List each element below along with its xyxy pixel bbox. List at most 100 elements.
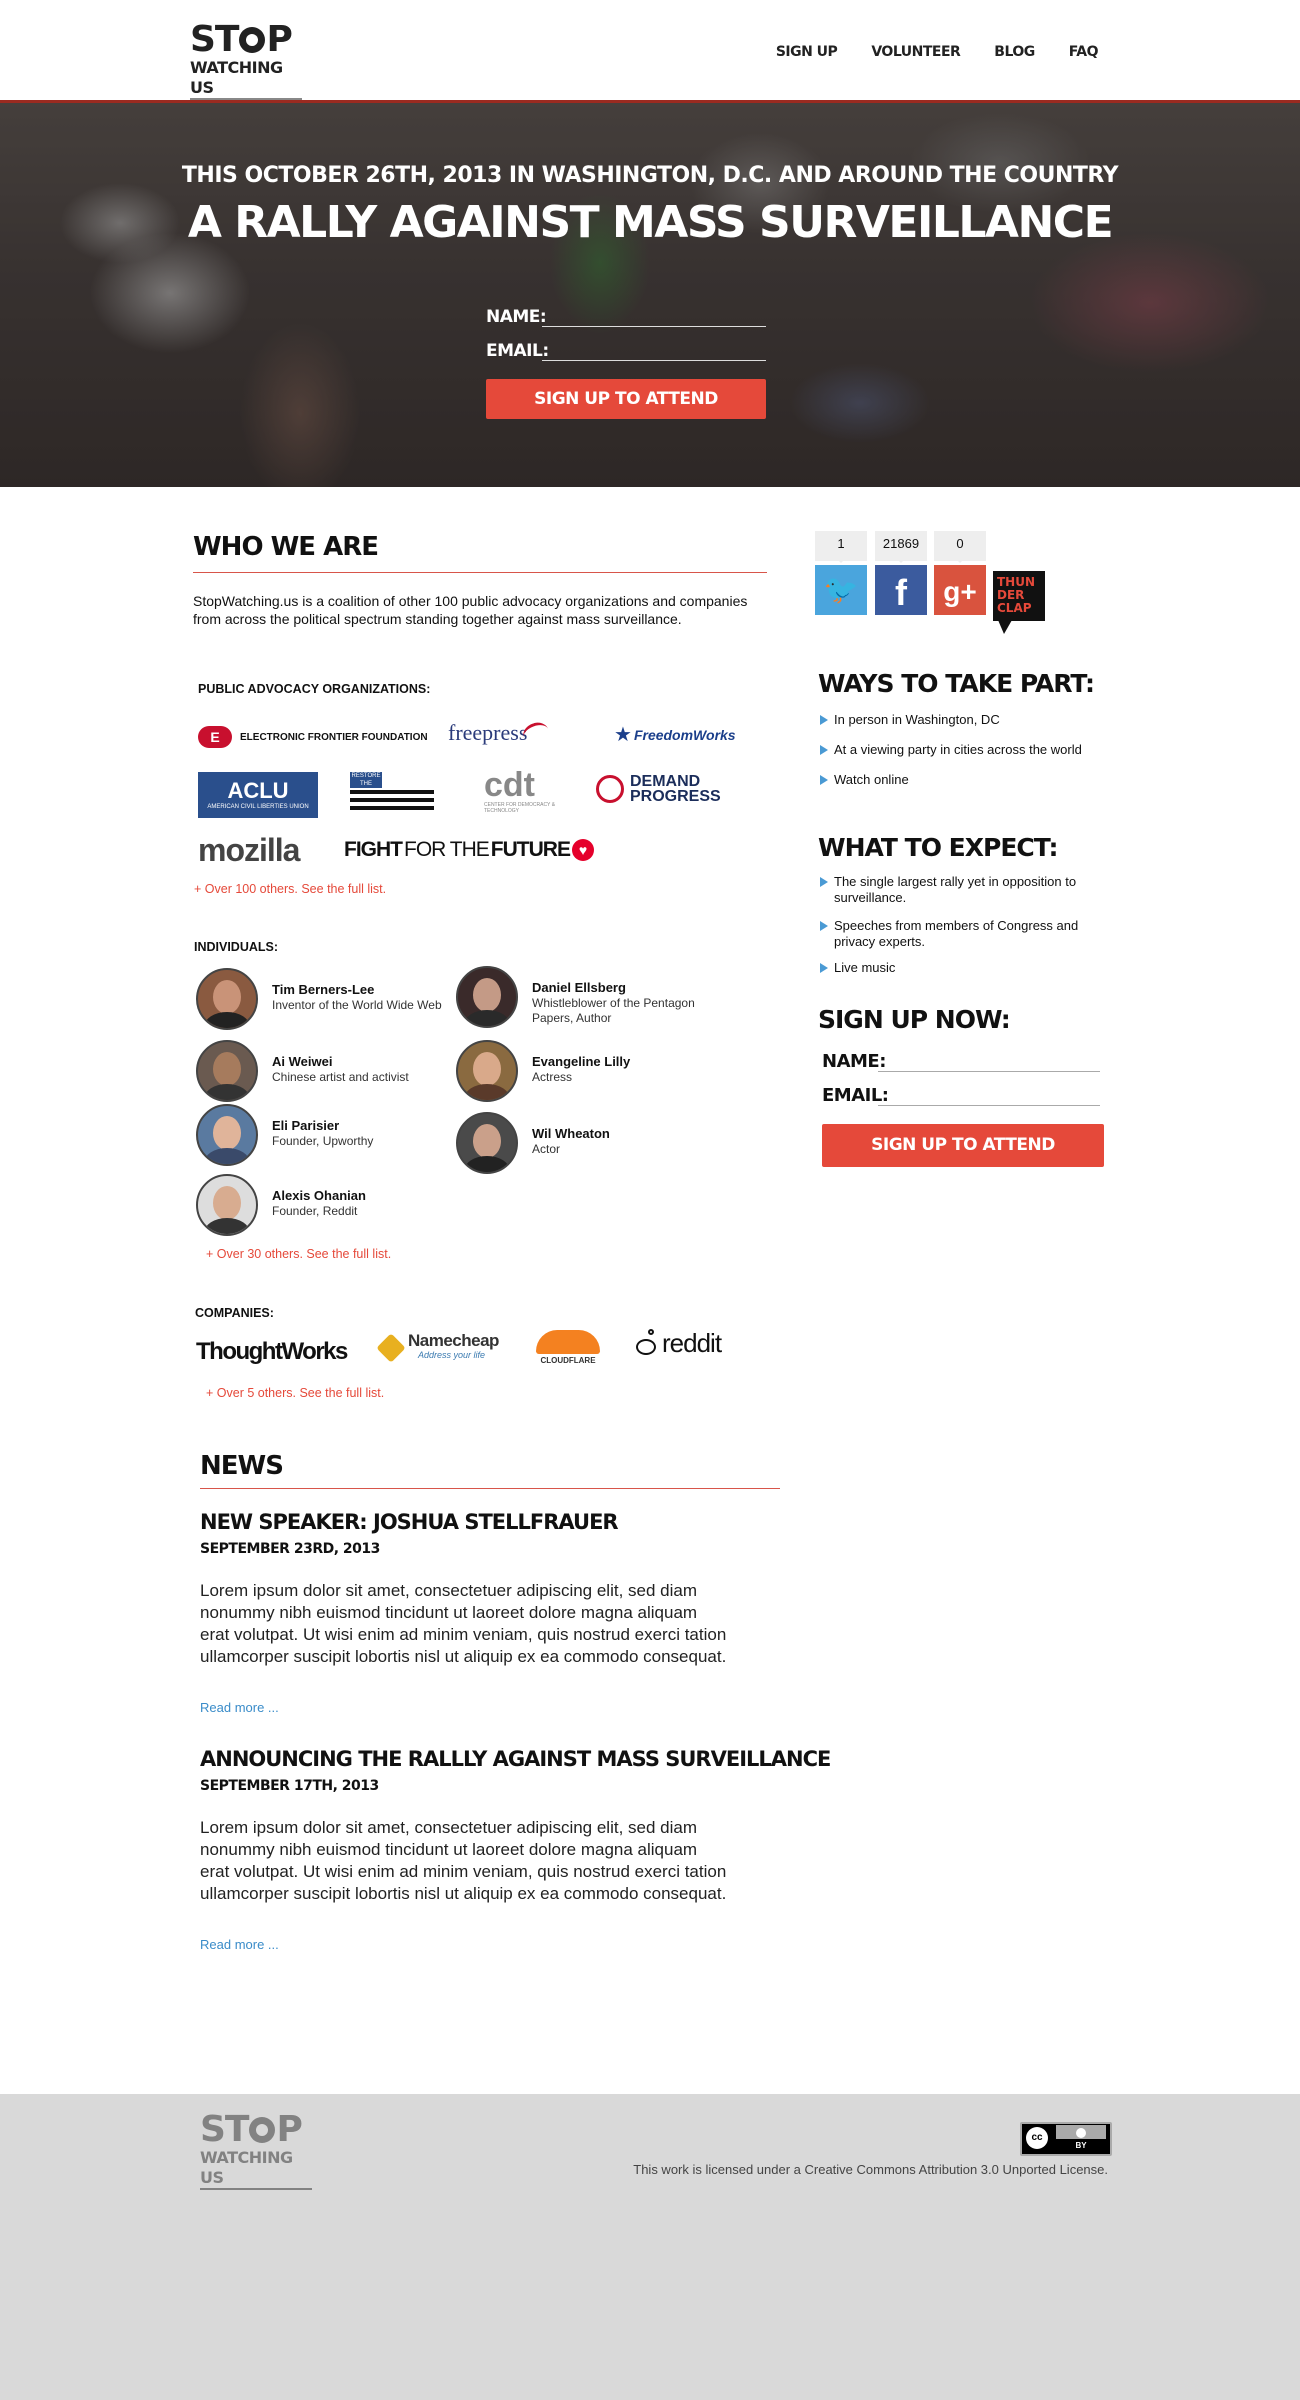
news-item-title[interactable]: ANNOUNCING THE RALLLY AGAINST MASS SURVE… (200, 1747, 831, 1771)
facebook-share-count: 21869 (875, 531, 927, 563)
person-role: Actor (532, 1142, 561, 1156)
news-item-body: Lorem ipsum dolor sit amet, consectetuer… (200, 1581, 727, 1666)
mozilla-logo[interactable]: mozilla (198, 832, 300, 869)
companies-full-list-link[interactable]: + Over 5 others. See the full list. (206, 1386, 384, 1400)
eye-icon (249, 2117, 276, 2143)
license-text[interactable]: This work is licensed under a Creative C… (633, 2162, 1108, 2177)
freedomworks-logo[interactable]: ★ FreedomWorks (614, 722, 736, 747)
triangle-bullet-icon (820, 745, 828, 755)
news-item-body: Lorem ipsum dolor sit amet, consectetuer… (200, 1818, 727, 1903)
person-card[interactable]: Tim Berners-Lee Inventor of the World Wi… (196, 968, 446, 1032)
person-card[interactable]: Eli Parisier Founder, Upworthy (196, 1104, 446, 1168)
google-plus-icon[interactable]: g+ (934, 565, 986, 615)
eff-logo[interactable]: E ELECTRONIC FRONTIER FOUNDATION (198, 726, 428, 748)
footer-logo[interactable]: ST P WATCHING US (200, 2112, 312, 2190)
speech-tail-icon (998, 620, 1012, 634)
person-role: Founder, Upworthy (272, 1134, 374, 1148)
person-role: Chinese artist and activist (272, 1070, 409, 1084)
expect-item-text: The single largest rally yet in oppositi… (834, 874, 1077, 905)
avatar (196, 1040, 258, 1102)
person-name: Eli Parisier (272, 1118, 340, 1133)
news-item-title[interactable]: NEW SPEAKER: JOSHUA STELLFRAUER (200, 1510, 619, 1534)
restore-logo-text: RESTORE THE FOURTH (350, 772, 382, 795)
namecheap-tagline: Address your life (418, 1350, 486, 1360)
triangle-bullet-icon (820, 963, 828, 973)
nav-faq[interactable]: FAQ (1069, 44, 1099, 60)
expect-title: WHAT TO EXPECT: (818, 833, 1058, 862)
sidebar-name-input[interactable] (878, 1049, 1100, 1072)
expect-item: The single largest rally yet in oppositi… (820, 874, 1104, 906)
news-read-more-link[interactable]: Read more ... (200, 1700, 279, 1715)
hero-signup-button[interactable]: SIGN UP TO ATTEND (486, 379, 766, 419)
fist-icon (596, 775, 624, 803)
cc-by-label: BY (1075, 2141, 1087, 2150)
progress-logo-text: PROGRESS (630, 788, 721, 805)
sidebar-name-label: NAME: (822, 1051, 886, 1072)
demand-progress-logo[interactable]: DEMAND PROGRESS (596, 773, 721, 805)
avatar (456, 1040, 518, 1102)
aclu-logo-text: ACLU (227, 778, 289, 803)
freedomworks-logo-text: FreedomWorks (633, 726, 736, 743)
individuals-full-list-link[interactable]: + Over 30 others. See the full list. (206, 1247, 391, 1261)
aclu-logo[interactable]: ACLU AMERICAN CIVIL LIBERTIES UNION (198, 772, 318, 818)
hero-name-input[interactable] (542, 304, 766, 327)
sidebar-signup-button[interactable]: SIGN UP TO ATTEND (822, 1124, 1104, 1167)
hero-name-label: NAME: (486, 307, 547, 327)
person-card[interactable]: Alexis Ohanian Founder, Reddit (196, 1174, 446, 1238)
hero-email-input[interactable] (542, 338, 766, 361)
cloudflare-logo[interactable]: CLOUDFLARE (536, 1330, 600, 1365)
eff-logo-text: ELECTRONIC FRONTIER FOUNDATION (240, 731, 428, 743)
namecheap-logo-text: Namecheap (408, 1331, 499, 1350)
sidebar-name-row: NAME: (822, 1048, 1100, 1074)
thunderclap-badge[interactable]: THUN DER CLAP (993, 571, 1045, 621)
person-name: Alexis Ohanian (272, 1188, 366, 1203)
fftf-text-b: FOR THE (404, 838, 490, 861)
fftf-text-a: FIGHT (344, 838, 403, 861)
nav-blog[interactable]: BLOG (994, 44, 1035, 60)
namecheap-logo[interactable]: Namecheap Address your life (376, 1331, 499, 1363)
freepress-logo[interactable]: freepress (448, 718, 553, 748)
twitter-bird-icon[interactable]: 🐦 (815, 565, 867, 615)
who-divider (193, 572, 767, 573)
person-card[interactable]: Daniel Ellsberg Whistleblower of the Pen… (456, 966, 706, 1030)
mozilla-logo-text: mozilla (198, 832, 300, 868)
person-card[interactable]: Ai Weiwei Chinese artist and activist (196, 1040, 446, 1104)
ways-item-text: Watch online (834, 772, 909, 787)
site-logo[interactable]: ST P WATCHING US (190, 19, 302, 100)
logo-text-stop-b: P (266, 19, 292, 60)
expect-item-text: Live music (834, 960, 896, 975)
reddit-logo[interactable]: reddit (634, 1328, 722, 1359)
orgs-heading: PUBLIC ADVOCACY ORGANIZATIONS: (198, 682, 431, 696)
sidebar-email-input[interactable] (878, 1083, 1100, 1106)
person-icon (1056, 2125, 1106, 2139)
hero-title: A RALLY AGAINST MASS SURVEILLANCE (187, 197, 1114, 248)
avatar (456, 966, 518, 1028)
demand-logo-text: DEMAND (630, 773, 701, 790)
who-we-are-title: WHO WE ARE (193, 532, 379, 562)
creative-commons-badge[interactable]: cc BY (1020, 2122, 1112, 2156)
cdt-logo[interactable]: cdt CENTER FOR DEMOCRACY & TECHNOLOGY (484, 768, 564, 814)
ways-item-text: At a viewing party in cities across the … (834, 742, 1082, 757)
person-name: Evangeline Lilly (532, 1054, 631, 1069)
hero-banner: THIS OCTOBER 26TH, 2013 IN WASHINGTON, D… (0, 103, 1300, 487)
ways-title: WAYS TO TAKE PART: (818, 669, 1095, 698)
ways-item: In person in Washington, DC (820, 712, 1124, 728)
news-divider (200, 1488, 780, 1489)
cloud-icon (536, 1330, 600, 1354)
companies-heading: COMPANIES: (195, 1306, 274, 1320)
news-item-date: SEPTEMBER 17TH, 2013 (200, 1778, 379, 1794)
news-read-more-link[interactable]: Read more ... (200, 1937, 279, 1952)
orgs-full-list-link[interactable]: + Over 100 others. See the full list. (194, 882, 386, 896)
nav-sign-up[interactable]: SIGN UP (776, 44, 838, 60)
thoughtworks-logo[interactable]: ThoughtWorks (196, 1338, 348, 1366)
fight-for-the-future-logo[interactable]: FIGHT FOR THE FUTURE ♥ (344, 838, 594, 862)
person-card[interactable]: Evangeline Lilly Actress (456, 1040, 706, 1104)
star-icon: ★ (614, 724, 632, 746)
person-name: Wil Wheaton (532, 1126, 610, 1141)
facebook-icon[interactable]: f (875, 565, 927, 615)
hero-email-row: EMAIL: (486, 337, 766, 363)
restore-the-fourth-logo[interactable]: RESTORE THE FOURTH (350, 772, 434, 818)
nav-volunteer[interactable]: VOLUNTEER (871, 44, 960, 60)
triangle-bullet-icon (820, 877, 828, 887)
person-card[interactable]: Wil Wheaton Actor (456, 1112, 706, 1176)
